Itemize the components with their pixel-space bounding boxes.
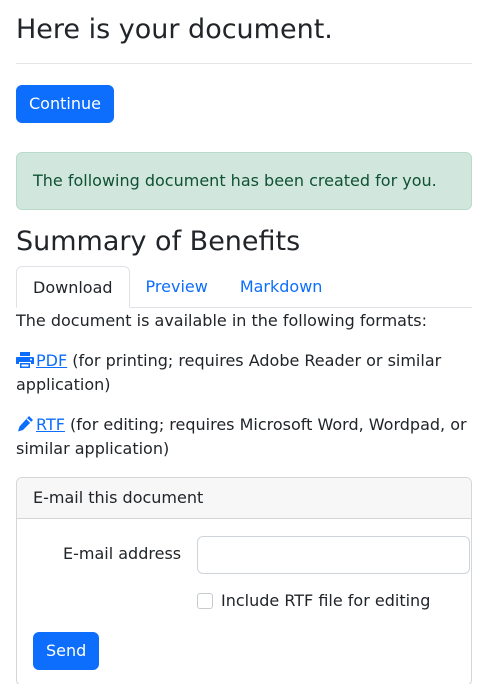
rtf-format-line: RTF (for editing; requires Microsoft Wor… [16,413,472,461]
pdf-link-label: PDF [36,351,68,370]
include-rtf-label[interactable]: Include RTF file for editing [221,589,430,613]
pencil-icon [18,416,33,432]
pdf-format-line: PDF (for printing; requires Adobe Reader… [16,349,472,397]
email-label: E-mail address [63,544,182,563]
email-card-header: E-mail this document [17,478,471,519]
success-alert: The following document has been created … [16,152,472,210]
email-row: E-mail address [33,519,470,589]
email-card-body: E-mail address Include RTF file for edit… [17,519,471,670]
document-tabs: Download Preview Markdown [16,266,472,308]
document-title: Summary of Benefits [16,226,301,257]
tab-markdown[interactable]: Markdown [224,266,339,308]
page-title: Here is your document. [16,14,333,45]
printer-icon [16,352,34,368]
email-card: E-mail this document E-mail address Incl… [16,477,472,684]
tab-preview[interactable]: Preview [130,266,224,308]
send-button[interactable]: Send [33,632,100,670]
email-input[interactable] [197,536,470,574]
divider [16,63,472,64]
tab-download[interactable]: Download [16,266,130,308]
rtf-checkbox-row: Include RTF file for editing [33,589,455,625]
rtf-link-label: RTF [36,415,65,434]
rtf-note: (for editing; requires Microsoft Word, W… [16,415,467,458]
formats-intro: The document is available in the followi… [16,311,427,330]
include-rtf-checkbox[interactable] [197,593,213,609]
pdf-link[interactable]: PDF [16,351,67,370]
rtf-link[interactable]: RTF [16,415,65,434]
continue-button[interactable]: Continue [16,85,114,123]
pdf-note: (for printing; requires Adobe Reader or … [16,351,442,394]
page: Here is your document. Continue The foll… [0,0,488,684]
